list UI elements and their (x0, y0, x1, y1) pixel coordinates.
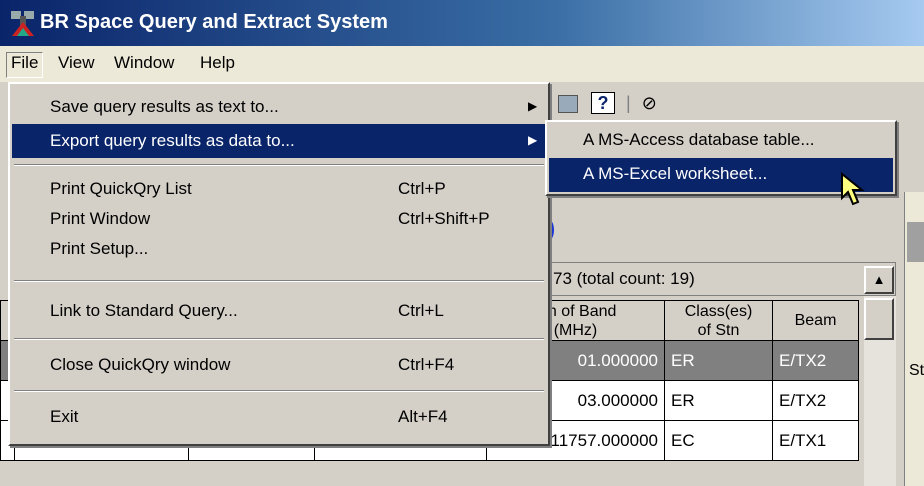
submenu-item-label: A MS-Excel worksheet... (583, 164, 768, 183)
menu-item-label: Print Window (50, 209, 151, 228)
scrollbar-thumb[interactable] (864, 298, 894, 340)
right-pane-header (907, 222, 924, 262)
result-count-label: 73 (total count: 19) (540, 262, 896, 296)
menu-item-shortcut: Alt+F4 (398, 407, 448, 426)
window-title: BR Space Query and Extract System (40, 11, 388, 33)
menu-item-print-window[interactable]: Print Window Ctrl+Shift+P (12, 202, 546, 236)
menu-item-label: Save query results as text to... (50, 97, 279, 116)
menu-item-close-quickqry[interactable]: Close QuickQry window Ctrl+F4 (12, 348, 546, 382)
help-icon[interactable]: ? (591, 92, 616, 114)
cell-beam: E/TX2 (772, 380, 859, 421)
right-pane: Sta (904, 192, 924, 486)
menu-window[interactable]: Window (110, 53, 178, 77)
menu-item-print-setup[interactable]: Print Setup... (12, 232, 546, 266)
menu-item-label: Export query results as data to... (50, 131, 295, 150)
title-bar[interactable]: BR Space Query and Extract System (0, 0, 924, 46)
cell-beam: E/TX1 (772, 420, 859, 461)
toolbar-print-icon[interactable] (558, 95, 578, 114)
menu-separator (14, 164, 544, 166)
menu-view[interactable]: View (54, 53, 99, 77)
col-header-class[interactable]: Class(es) of Stn (664, 300, 773, 341)
scroll-up-arrow-icon[interactable]: ▲ (864, 266, 894, 294)
menu-item-label: Close QuickQry window (50, 355, 231, 374)
menu-item-export-data[interactable]: Export query results as data to... ▶ (12, 124, 546, 158)
file-menu-dropdown: Save query results as text to... ▶ Expor… (8, 82, 550, 446)
menu-item-print-quickqry-list[interactable]: Print QuickQry List Ctrl+P (12, 172, 546, 206)
cell-class: ER (664, 340, 773, 381)
col-header-class-text: Class(es) of Stn (684, 302, 753, 339)
toolbar-partial: ? | ⊘ (558, 92, 657, 114)
menu-bar: File View Window Help (0, 46, 924, 82)
mouse-pointer-icon (841, 172, 865, 206)
context-help-icon[interactable]: ⊘ (642, 93, 657, 113)
submenu-item-label: A MS-Access database table... (583, 130, 815, 149)
submenu-arrow-icon: ▶ (528, 133, 538, 147)
menu-item-shortcut: Ctrl+L (398, 301, 444, 320)
submenu-item-ms-access[interactable]: A MS-Access database table... (549, 124, 893, 158)
menu-item-label: Link to Standard Query... (50, 301, 238, 320)
result-count-text: 73 (total count: 19) (553, 269, 695, 288)
menu-item-shortcut: Ctrl+Shift+P (398, 209, 490, 228)
menu-item-shortcut: Ctrl+F4 (398, 355, 455, 374)
menu-item-shortcut: Ctrl+P (398, 179, 446, 198)
menu-help[interactable]: Help (196, 53, 239, 77)
cell-class: EC (664, 420, 773, 461)
col-header-beam-text: Beam (794, 312, 837, 329)
menu-separator (14, 338, 544, 340)
menu-item-link-standard-query[interactable]: Link to Standard Query... Ctrl+L (12, 294, 546, 328)
menu-item-label: Print QuickQry List (50, 179, 192, 198)
menu-file[interactable]: File (6, 52, 44, 78)
menu-item-save-as-text[interactable]: Save query results as text to... ▶ (12, 90, 546, 124)
submenu-arrow-icon: ▶ (528, 99, 538, 113)
toolbar-separator: | (626, 93, 631, 113)
right-pane-label: Sta (909, 362, 924, 379)
menu-item-exit[interactable]: Exit Alt+F4 (12, 400, 546, 434)
app-satellite-icon (11, 11, 34, 36)
cell-class: ER (664, 380, 773, 421)
cell-beam: E/TX2 (772, 340, 859, 381)
col-header-beam[interactable]: Beam (772, 300, 859, 341)
menu-item-label: Exit (50, 407, 79, 426)
menu-separator (14, 390, 544, 392)
menu-separator (14, 280, 544, 282)
menu-item-label: Print Setup... (50, 239, 149, 258)
